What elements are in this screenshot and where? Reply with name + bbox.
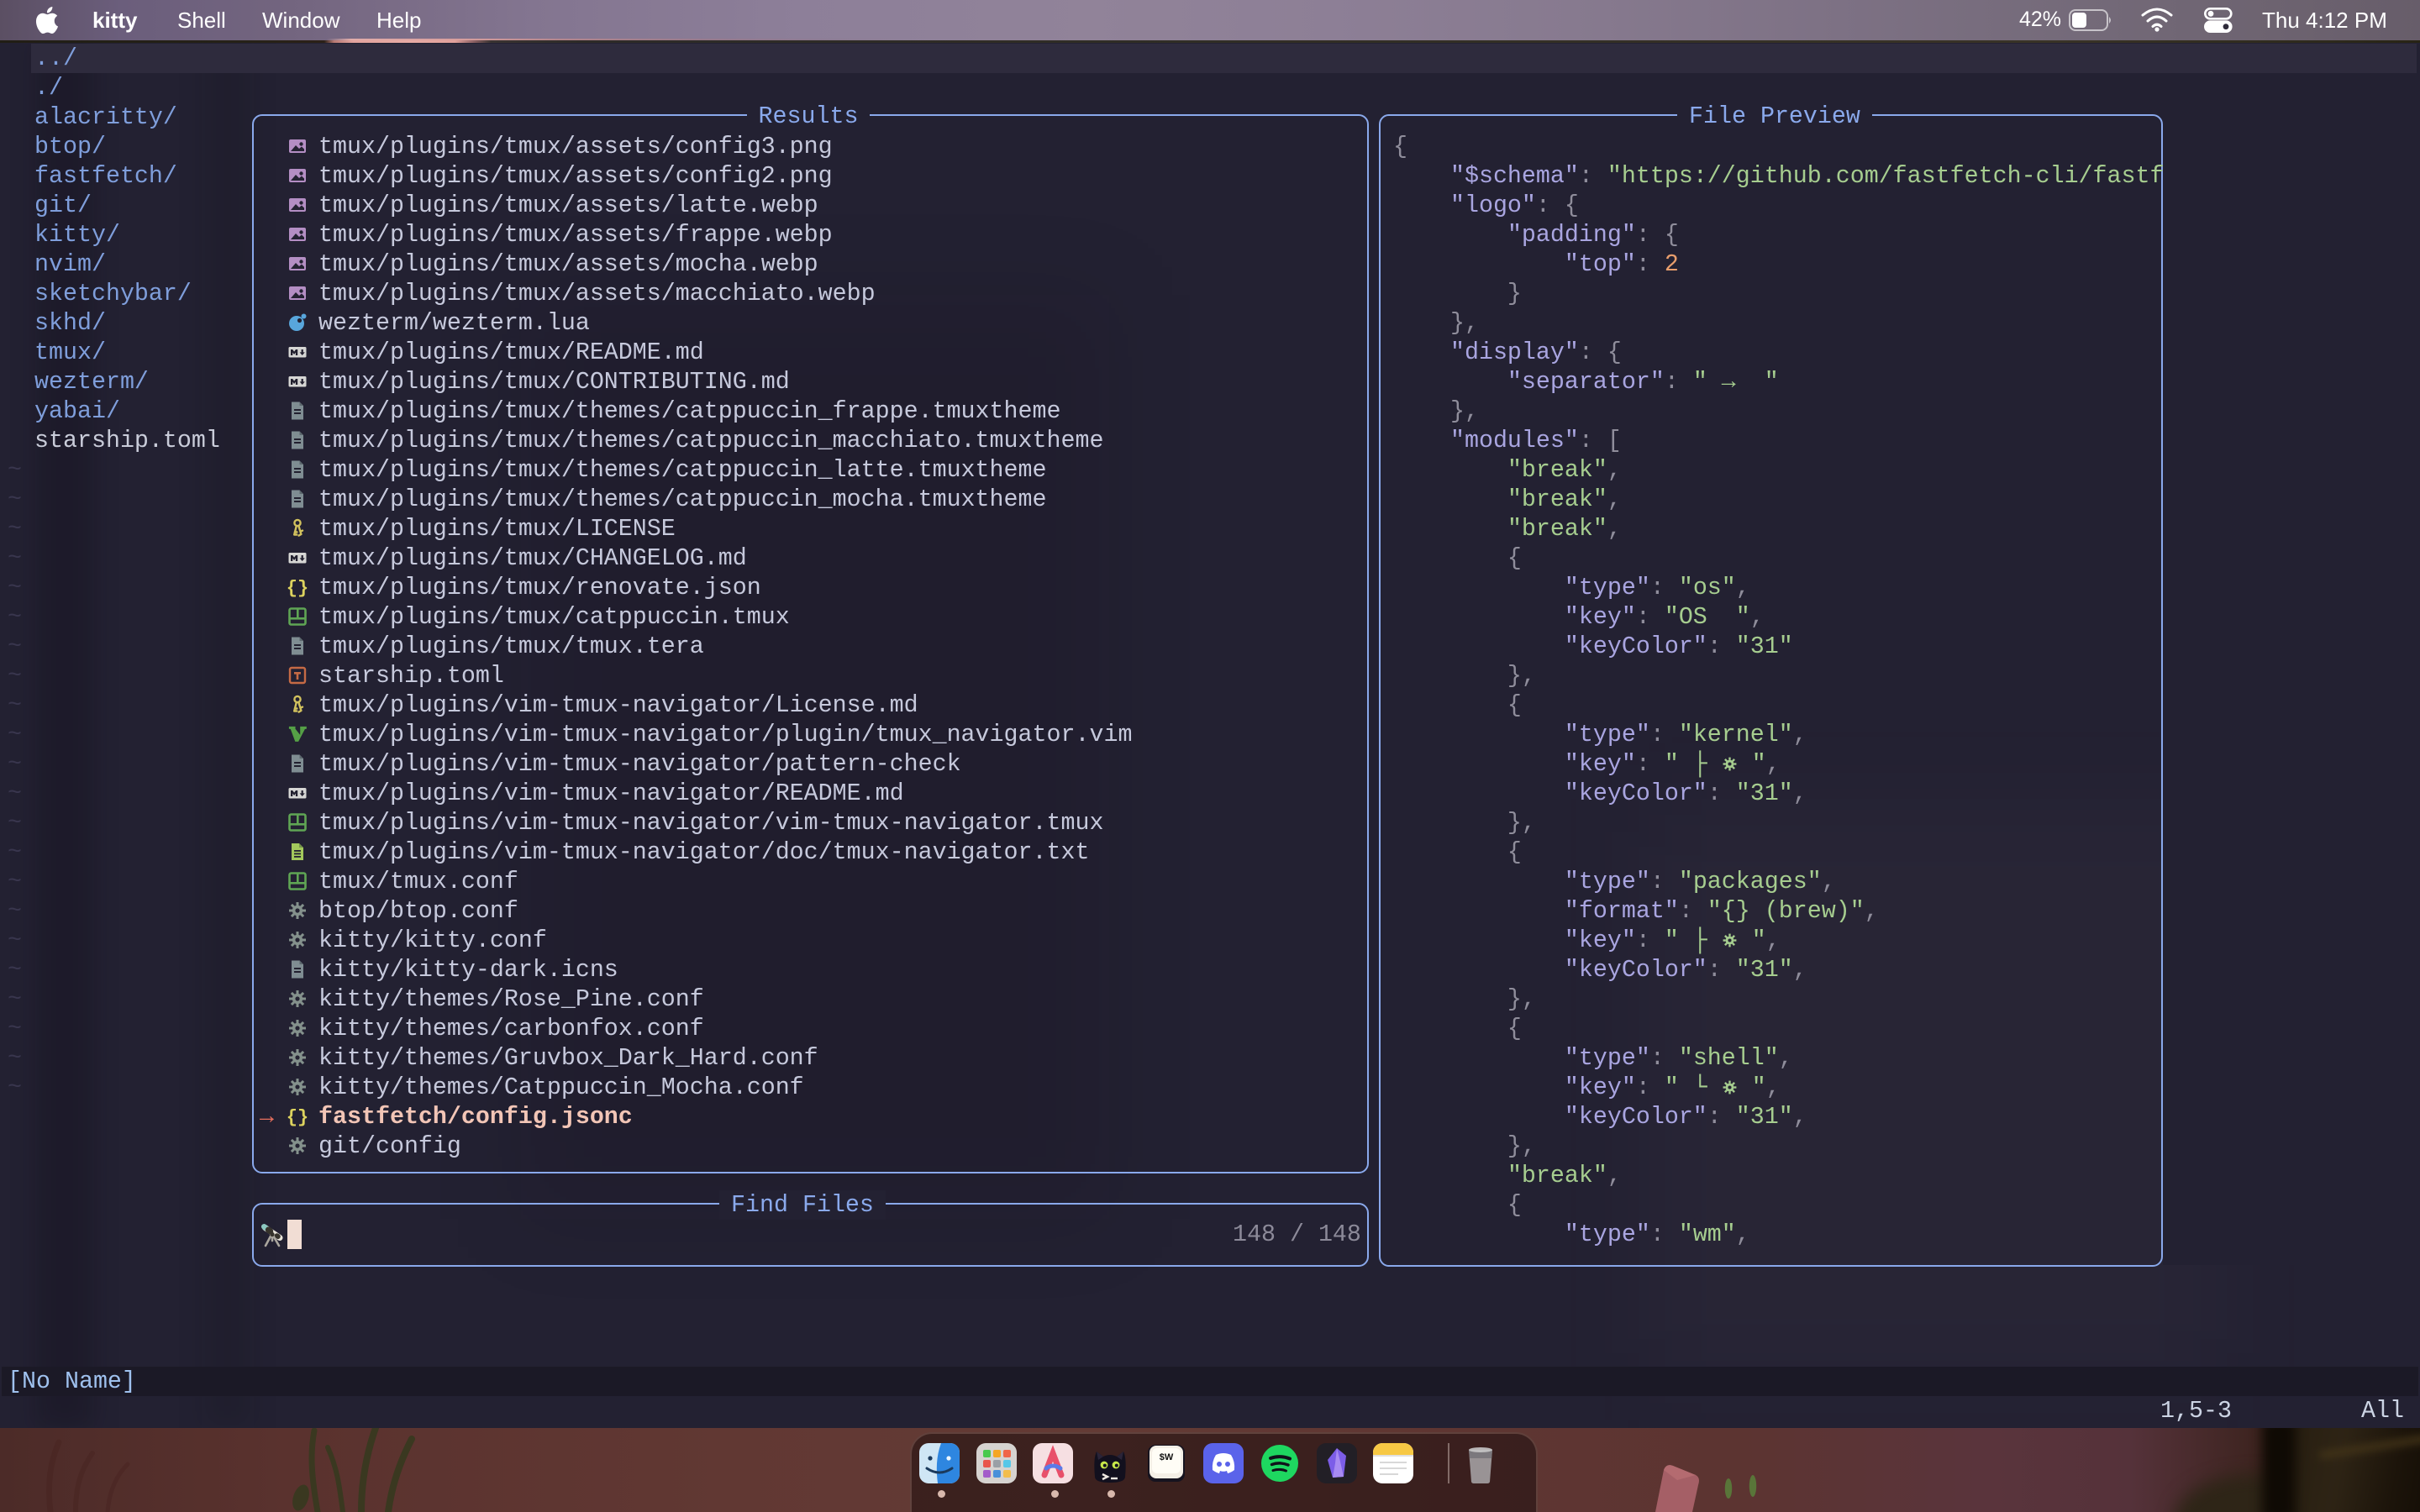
svg-text:$W: $W [1160,1452,1174,1462]
svg-text:{}: {} [287,1107,308,1126]
svg-text:{}: {} [287,578,308,597]
